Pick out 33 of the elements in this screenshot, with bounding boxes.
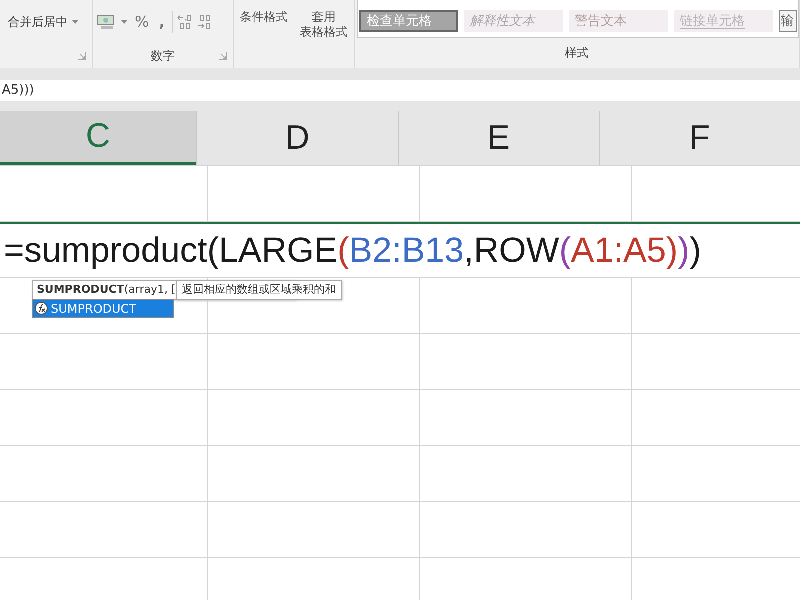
comma-style-button[interactable]: , [156, 13, 168, 31]
group-label: 样式 [565, 44, 589, 62]
editing-cell[interactable]: =sumproduct(LARGE(B2:B13,ROW(A1:A5))) [0, 222, 800, 277]
table-format-button[interactable]: 套用 表格格式 [298, 10, 350, 40]
function-description-tooltip: 返回相应的数组或区域乘积的和 [176, 280, 342, 300]
dialog-launcher-icon[interactable] [78, 52, 86, 60]
decrease-decimal-icon[interactable] [196, 14, 213, 30]
cell-style-option[interactable]: 输 [779, 10, 797, 32]
formula-token: ( [559, 230, 572, 270]
column-header[interactable]: C [0, 111, 196, 165]
column-header[interactable]: E [398, 111, 599, 165]
dialog-launcher-icon[interactable] [219, 52, 227, 60]
merge-center-button[interactable]: 合并后居中 [8, 14, 68, 30]
function-icon [35, 302, 48, 315]
conditional-format-button[interactable]: 条件格式 [238, 10, 290, 25]
currency-icon[interactable] [97, 14, 117, 30]
formula-token: B2:B13 [349, 230, 464, 270]
formula-token: ,ROW [464, 230, 560, 270]
formula-token: A1:A5 [571, 230, 666, 270]
formula-token: =sumproduct [4, 230, 208, 270]
increase-decimal-icon[interactable] [176, 14, 193, 30]
formula-token: (LARGE [207, 230, 338, 270]
function-suggestion[interactable]: SUMPRODUCT [33, 300, 173, 317]
formula-token: ) [690, 230, 702, 270]
dropdown-caret-icon[interactable] [72, 20, 79, 24]
dropdown-caret-icon[interactable] [121, 20, 128, 24]
group-label: 数字 [151, 48, 175, 64]
column-header[interactable]: D [196, 111, 398, 165]
formula-token: ) [666, 230, 678, 270]
column-header[interactable]: F [598, 111, 800, 165]
percent-button[interactable]: % [132, 13, 152, 31]
formula-token: ( [338, 230, 350, 270]
formula-token: ) [678, 230, 690, 270]
